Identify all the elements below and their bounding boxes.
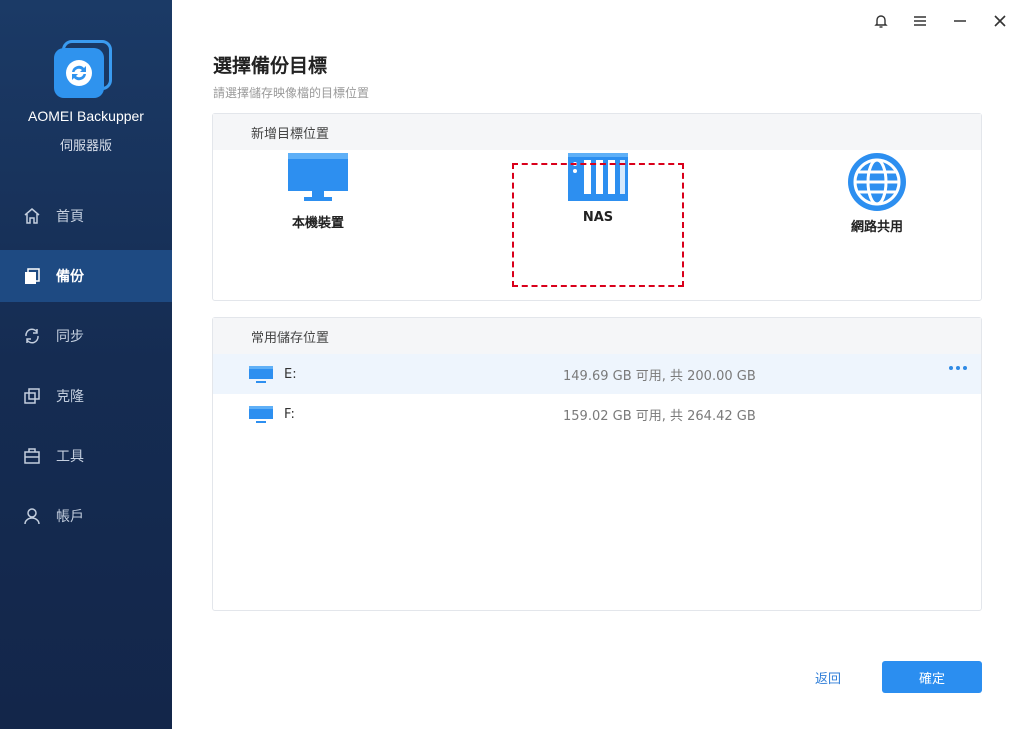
sidebar-item-label: 同步 bbox=[56, 329, 84, 345]
sidebar-item-tools[interactable]: 工具 bbox=[0, 430, 172, 482]
drive-size: 149.69 GB 可用, 共 200.00 GB bbox=[563, 368, 756, 384]
sidebar-item-label: 克隆 bbox=[56, 389, 84, 405]
globe-icon bbox=[848, 153, 906, 211]
drive-monitor-icon bbox=[249, 406, 273, 423]
menu-icon[interactable] bbox=[909, 10, 931, 32]
sidebar-item-label: 首頁 bbox=[56, 209, 84, 225]
network-share-option[interactable]: 網路共用 bbox=[791, 152, 963, 272]
minimize-icon[interactable] bbox=[949, 10, 971, 32]
monitor-icon bbox=[288, 153, 348, 201]
sidebar-item-label: 備份 bbox=[56, 269, 84, 285]
app-edition: 伺服器版 bbox=[59, 139, 112, 154]
ok-button[interactable]: 確定 bbox=[882, 661, 982, 693]
sidebar-item-label: 工具 bbox=[56, 449, 84, 465]
sidebar-item-label: 帳戶 bbox=[56, 509, 84, 525]
local-device-label: 本機裝置 bbox=[291, 216, 344, 231]
common-storage-panel: 常用儲存位置 E: 149.69 GB 可用, 共 200.00 GB F: 1… bbox=[212, 317, 982, 611]
add-target-header: 新增目標位置 bbox=[213, 114, 981, 150]
drive-row-e[interactable]: E: 149.69 GB 可用, 共 200.00 GB bbox=[213, 354, 981, 394]
drive-size: 159.02 GB 可用, 共 264.42 GB bbox=[563, 408, 756, 424]
sync-arrows-icon bbox=[66, 60, 92, 86]
backup-icon bbox=[22, 266, 42, 286]
drive-monitor-icon bbox=[249, 366, 273, 383]
back-link[interactable]: 返回 bbox=[815, 668, 841, 687]
home-icon bbox=[22, 206, 42, 226]
account-icon bbox=[22, 506, 42, 526]
drive-letter: F: bbox=[284, 406, 295, 422]
network-share-label: 網路共用 bbox=[850, 220, 903, 235]
bell-icon[interactable] bbox=[870, 10, 892, 32]
sidebar-nav: 首頁 備份 同步 克隆 工具 帳戶 bbox=[0, 190, 172, 550]
sidebar-item-sync[interactable]: 同步 bbox=[0, 310, 172, 362]
local-device-option[interactable]: 本機裝置 bbox=[232, 152, 404, 272]
sidebar-item-clone[interactable]: 克隆 bbox=[0, 370, 172, 422]
drive-row-f[interactable]: F: 159.02 GB 可用, 共 264.42 GB bbox=[213, 394, 981, 434]
sidebar-item-backup[interactable]: 備份 bbox=[0, 250, 172, 302]
add-target-panel: 新增目標位置 本機裝置 NAS 網路共用 bbox=[212, 113, 982, 301]
clone-icon bbox=[22, 386, 42, 406]
page-title: 選擇備份目標 bbox=[213, 55, 328, 77]
drive-letter: E: bbox=[284, 366, 297, 382]
app-logo bbox=[52, 40, 114, 98]
more-options-icon[interactable] bbox=[949, 366, 967, 370]
sidebar-item-home[interactable]: 首頁 bbox=[0, 190, 172, 242]
sidebar: AOMEI Backupper 伺服器版 首頁 備份 同步 克隆 工具 帳戶 bbox=[0, 0, 172, 729]
sidebar-item-account[interactable]: 帳戶 bbox=[0, 490, 172, 542]
common-storage-header: 常用儲存位置 bbox=[213, 318, 981, 354]
nas-highlight-frame bbox=[512, 163, 684, 287]
app-name: AOMEI Backupper bbox=[28, 108, 144, 124]
page-subtitle: 請選擇儲存映像檔的目標位置 bbox=[213, 86, 370, 100]
sync-icon bbox=[22, 326, 42, 346]
toolbox-icon bbox=[22, 446, 42, 466]
close-icon[interactable] bbox=[989, 10, 1011, 32]
